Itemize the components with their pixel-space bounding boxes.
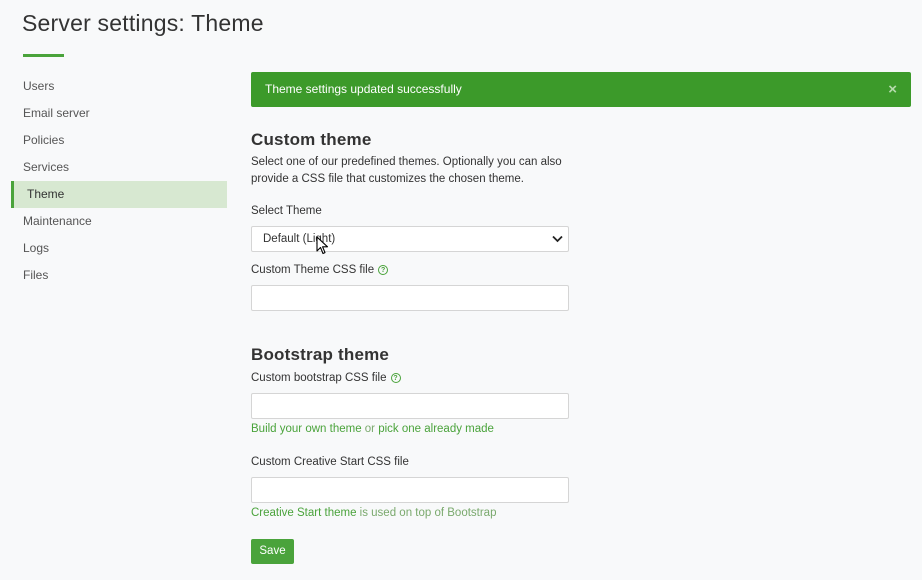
custom-theme-heading: Custom theme xyxy=(251,130,372,149)
sidebar: Users Email server Policies Services The… xyxy=(11,73,227,289)
bootstrap-hint: Build your own theme or pick one already… xyxy=(251,423,494,435)
custom-bootstrap-css-label-text: Custom bootstrap CSS file xyxy=(251,372,387,384)
build-theme-link[interactable]: Build your own theme xyxy=(251,423,362,435)
custom-theme-css-label-text: Custom Theme CSS file xyxy=(251,264,375,276)
sidebar-item-theme[interactable]: Theme xyxy=(11,181,227,208)
sidebar-item-files[interactable]: Files xyxy=(11,262,227,289)
custom-theme-css-input[interactable] xyxy=(251,285,569,311)
sidebar-item-users[interactable]: Users xyxy=(11,73,227,100)
sidebar-item-email-server[interactable]: Email server xyxy=(11,100,227,127)
creative-start-theme-link[interactable]: Creative Start theme xyxy=(251,507,356,519)
hint-connector: or xyxy=(361,423,379,435)
custom-theme-css-label: Custom Theme CSS file ? xyxy=(251,264,389,276)
mouse-pointer-icon xyxy=(316,236,329,255)
custom-theme-description: Select one of our predefined themes. Opt… xyxy=(251,156,562,185)
creative-start-hint: Creative Start theme is used on top of B… xyxy=(251,507,496,519)
theme-select[interactable]: Default (Light) xyxy=(251,226,569,252)
creative-start-css-label: Custom Creative Start CSS file xyxy=(251,456,409,468)
creative-start-hint-text: is used on top of Bootstrap xyxy=(356,507,497,519)
help-icon[interactable]: ? xyxy=(390,373,401,383)
bootstrap-theme-heading: Bootstrap theme xyxy=(251,345,390,364)
help-icon[interactable]: ? xyxy=(378,265,389,275)
sidebar-item-logs[interactable]: Logs xyxy=(11,235,227,262)
page-title: Server settings: Theme xyxy=(22,10,264,36)
title-underline xyxy=(23,54,64,57)
sidebar-item-policies[interactable]: Policies xyxy=(11,127,227,154)
custom-bootstrap-css-label: Custom bootstrap CSS file ? xyxy=(251,372,401,384)
custom-bootstrap-css-input[interactable] xyxy=(251,393,569,419)
chevron-down-icon xyxy=(552,235,563,243)
main-content: Theme settings updated successfully × xyxy=(251,72,911,107)
sidebar-item-services[interactable]: Services xyxy=(11,154,227,181)
save-button[interactable]: Save xyxy=(251,539,294,564)
sidebar-item-maintenance[interactable]: Maintenance xyxy=(11,208,227,235)
creative-start-css-label-text: Custom Creative Start CSS file xyxy=(251,456,409,468)
creative-start-css-input[interactable] xyxy=(251,477,569,503)
pick-theme-link[interactable]: pick one already made xyxy=(378,423,494,435)
select-theme-label: Select Theme xyxy=(251,205,322,217)
select-theme-label-text: Select Theme xyxy=(251,205,322,217)
success-alert: Theme settings updated successfully × xyxy=(251,72,911,107)
close-icon[interactable]: × xyxy=(888,72,897,107)
alert-message: Theme settings updated successfully xyxy=(265,82,462,96)
